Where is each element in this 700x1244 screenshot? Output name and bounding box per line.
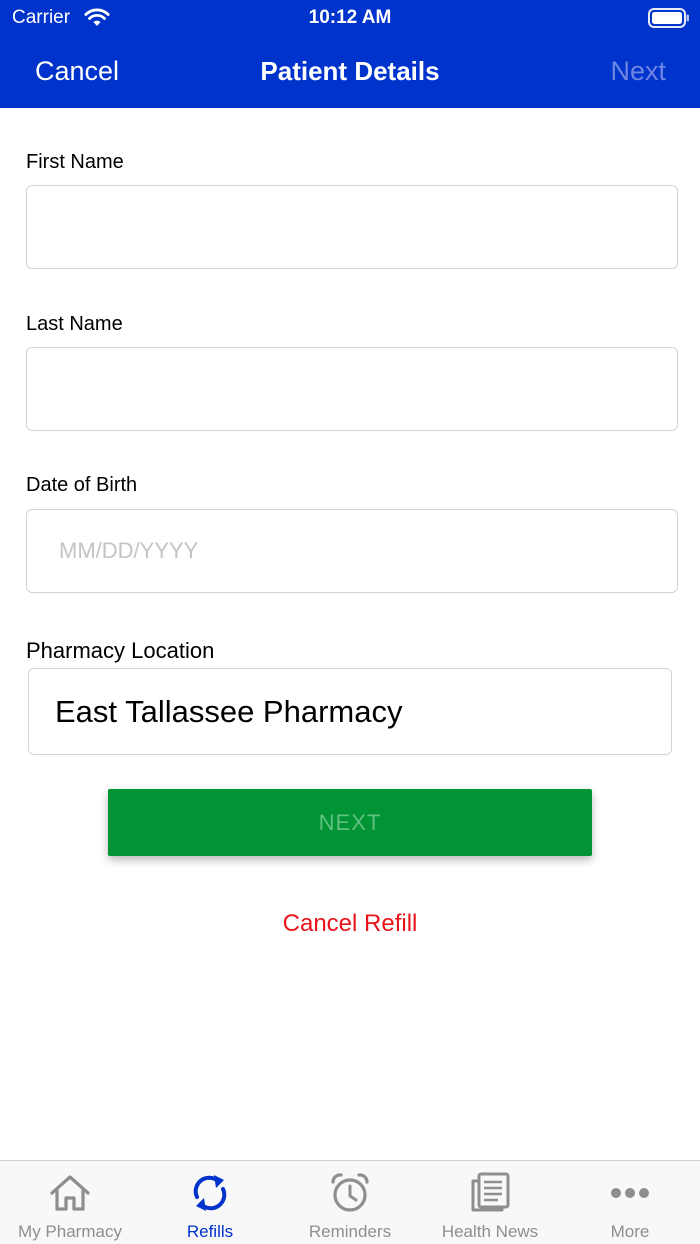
tab-my-pharmacy[interactable]: My Pharmacy <box>0 1161 140 1244</box>
battery-icon <box>648 8 690 33</box>
next-button[interactable]: NEXT <box>108 789 592 856</box>
tab-label: Health News <box>441 1222 539 1241</box>
navigation-bar: Cancel Patient Details Next <box>0 36 700 108</box>
alarm-clock-icon <box>328 1171 372 1215</box>
nav-cancel-button[interactable]: Cancel <box>35 56 119 87</box>
nav-next-button[interactable]: Next <box>610 56 666 87</box>
more-dots-icon <box>608 1171 652 1215</box>
tab-label: Reminders <box>308 1222 392 1241</box>
first-name-input[interactable] <box>26 185 678 269</box>
newspaper-icon <box>468 1171 512 1215</box>
dob-label: Date of Birth <box>26 474 138 496</box>
status-bar: Carrier 10:12 AM <box>0 0 700 36</box>
tab-label: Refills <box>186 1222 234 1241</box>
tab-reminders[interactable]: Reminders <box>280 1161 420 1244</box>
first-name-label: First Name <box>26 151 124 173</box>
last-name-label: Last Name <box>26 313 123 335</box>
dob-input[interactable] <box>26 509 678 593</box>
status-time: 10:12 AM <box>308 7 392 28</box>
last-name-input[interactable] <box>26 347 678 431</box>
tab-label: More <box>610 1222 650 1241</box>
pharmacy-location-label: Pharmacy Location <box>26 638 215 663</box>
tab-more[interactable]: More <box>560 1161 700 1244</box>
home-icon <box>48 1171 92 1215</box>
pharmacy-location-select[interactable]: East Tallassee Pharmacy <box>28 668 672 755</box>
pharmacy-location-value: East Tallassee Pharmacy <box>55 694 403 729</box>
tab-bar: My Pharmacy Refills Reminders Health New… <box>0 1160 700 1244</box>
tab-health-news[interactable]: Health News <box>420 1161 560 1244</box>
tab-refills[interactable]: Refills <box>140 1161 280 1244</box>
tab-label: My Pharmacy <box>18 1222 122 1241</box>
refresh-icon <box>188 1171 232 1215</box>
cancel-refill-link[interactable]: Cancel Refill <box>0 910 700 938</box>
